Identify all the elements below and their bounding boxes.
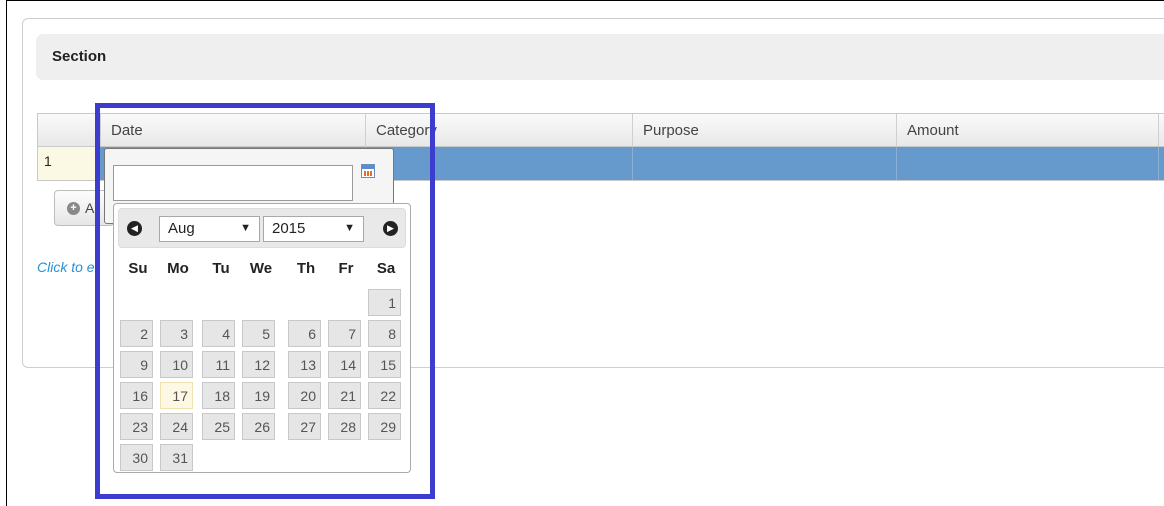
row-number-header (38, 114, 100, 146)
dropdown-arrow-icon: ▼ (240, 222, 251, 234)
calendar-day[interactable]: 20 (288, 382, 321, 409)
calendar-day[interactable]: 1 (368, 289, 401, 316)
chevron-left-icon[interactable]: ◀ (127, 221, 142, 236)
month-select[interactable]: Aug ▼ (159, 216, 260, 242)
calendar-day[interactable]: 30 (120, 444, 153, 471)
add-row-label: A (85, 200, 95, 216)
calendar-day[interactable]: 14 (328, 351, 361, 378)
weekday-label: Mo (167, 260, 189, 277)
date-input[interactable] (113, 165, 353, 201)
calendar-day[interactable]: 29 (368, 413, 401, 440)
column-header-amount[interactable]: Amount (896, 114, 1158, 146)
calendar-day[interactable]: 27 (288, 413, 321, 440)
section-header: Section (36, 34, 1164, 80)
calendar-day[interactable]: 22 (368, 382, 401, 409)
calendar-day[interactable]: 2 (120, 320, 153, 347)
calendar-day[interactable]: 5 (242, 320, 275, 347)
cell-divider (1158, 147, 1159, 180)
calendar-day[interactable]: 3 (160, 320, 193, 347)
weekday-label: Su (128, 260, 148, 277)
weekday-label: Sa (376, 260, 396, 277)
section-title: Section (52, 48, 107, 65)
calendar-day[interactable]: 24 (160, 413, 193, 440)
column-label: Purpose (643, 122, 699, 139)
column-header-date[interactable]: Date (100, 114, 365, 146)
calendar-day-today[interactable]: 17 (160, 382, 193, 409)
month-value: Aug (168, 220, 195, 237)
calendar-day[interactable]: 19 (242, 382, 275, 409)
calendar-day[interactable]: 18 (202, 382, 235, 409)
dropdown-arrow-icon: ▼ (344, 222, 355, 234)
cell-divider (632, 147, 633, 180)
calendar-day[interactable]: 4 (202, 320, 235, 347)
column-header-purpose[interactable]: Purpose (632, 114, 896, 146)
window-left-border (6, 0, 7, 506)
calendar-day[interactable]: 16 (120, 382, 153, 409)
plus-circle-icon: + (67, 202, 80, 215)
cell-divider (896, 147, 897, 180)
calendar-day[interactable]: 31 (160, 444, 193, 471)
chevron-right-icon[interactable]: ▶ (383, 221, 398, 236)
row-number: 1 (44, 153, 52, 169)
calendar-day[interactable]: 21 (328, 382, 361, 409)
datepicker-header: ◀ Aug ▼ 2015 ▼ ▶ (118, 208, 406, 248)
weekday-label: Fr (338, 260, 354, 277)
grid-header: Date Category Purpose Amount (37, 113, 1164, 147)
calendar-icon[interactable] (361, 164, 375, 178)
year-select[interactable]: 2015 ▼ (263, 216, 364, 242)
window-top-border (6, 0, 1164, 1)
year-value: 2015 (272, 220, 306, 237)
calendar-day[interactable]: 23 (120, 413, 153, 440)
calendar-day[interactable]: 28 (328, 413, 361, 440)
calendar-day[interactable]: 15 (368, 351, 401, 378)
column-header-extra (1158, 114, 1164, 146)
weekday-label: Tu (212, 260, 230, 277)
calendar-day[interactable]: 13 (288, 351, 321, 378)
calendar-day[interactable]: 12 (242, 351, 275, 378)
calendar-day[interactable]: 25 (202, 413, 235, 440)
column-label: Amount (907, 122, 959, 139)
calendar-day[interactable]: 11 (202, 351, 235, 378)
click-to-edit-hint: Click to e (37, 259, 95, 275)
calendar-day[interactable]: 6 (288, 320, 321, 347)
row-number-cell: 1 (38, 147, 100, 180)
calendar-day[interactable]: 10 (160, 351, 193, 378)
datepicker-popup: ◀ Aug ▼ 2015 ▼ ▶ Su Mo Tu We Th Fr Sa 12345678… (113, 203, 411, 473)
calendar-day[interactable]: 9 (120, 351, 153, 378)
calendar-day[interactable]: 8 (368, 320, 401, 347)
column-label: Date (111, 122, 143, 139)
weekday-label: We (249, 260, 273, 277)
weekday-label: Th (296, 260, 316, 277)
calendar-day[interactable]: 26 (242, 413, 275, 440)
column-label: Category (376, 122, 437, 139)
calendar-day[interactable]: 7 (328, 320, 361, 347)
column-header-category[interactable]: Category (365, 114, 632, 146)
